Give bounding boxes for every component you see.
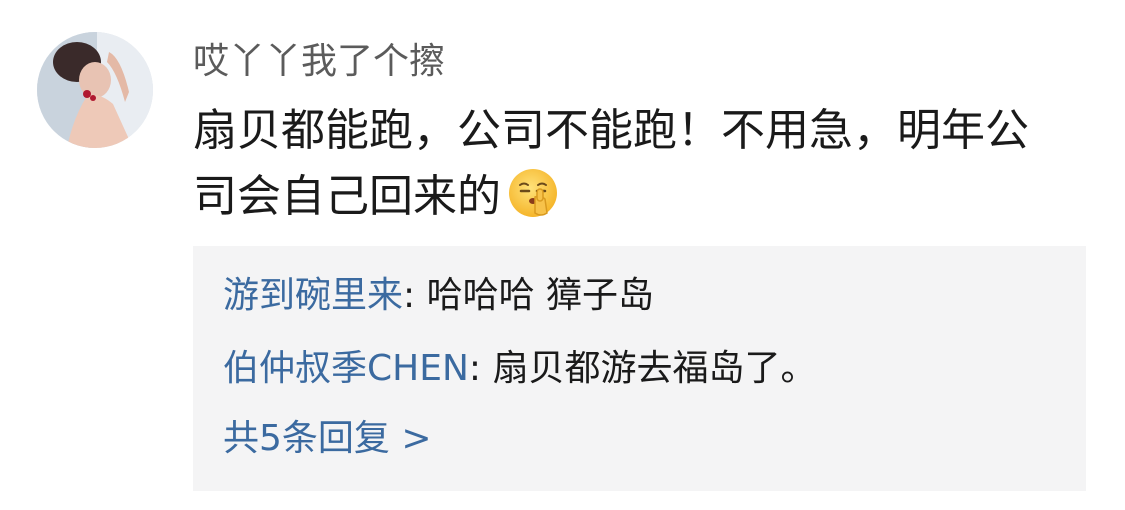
avatar-photo (37, 32, 153, 148)
replies-panel: 游到碗里来: 哈哈哈 獐子岛 伯仲叔季CHEN: 扇贝都游去福岛了。 共5条回复… (193, 246, 1086, 491)
comment-content: 扇贝都能跑，公司不能跑！不用急，明年公 司会自己回来的 (193, 98, 1073, 238)
comment-text-line-2: 司会自己回来的 (193, 171, 501, 222)
reply-username[interactable]: 游到碗里来 (223, 275, 403, 316)
reply-separator: : (468, 348, 493, 389)
reply-separator: : (403, 275, 427, 316)
comment-item: 哎丫丫我了个擦 扇贝都能跑，公司不能跑！不用急，明年公 司会自己回来的 游到碗里… (0, 0, 1125, 510)
reply-item[interactable]: 伯仲叔季CHEN: 扇贝都游去福岛了。 (223, 343, 816, 395)
more-replies-link[interactable]: 共5条回复 > (223, 413, 432, 465)
shushing-face-icon (507, 167, 559, 238)
reply-item[interactable]: 游到碗里来: 哈哈哈 獐子岛 (223, 270, 654, 322)
comment-text-line-1: 扇贝都能跑，公司不能跑！不用急，明年公 (193, 105, 1029, 156)
comment-username[interactable]: 哎丫丫我了个擦 (193, 36, 445, 88)
comment-text-line-2-wrap: 司会自己回来的 (193, 164, 1073, 238)
reply-username[interactable]: 伯仲叔季CHEN (223, 348, 469, 389)
avatar[interactable] (37, 32, 153, 148)
reply-text: 哈哈哈 獐子岛 (426, 275, 655, 316)
reply-text: 扇贝都游去福岛了。 (492, 348, 817, 389)
